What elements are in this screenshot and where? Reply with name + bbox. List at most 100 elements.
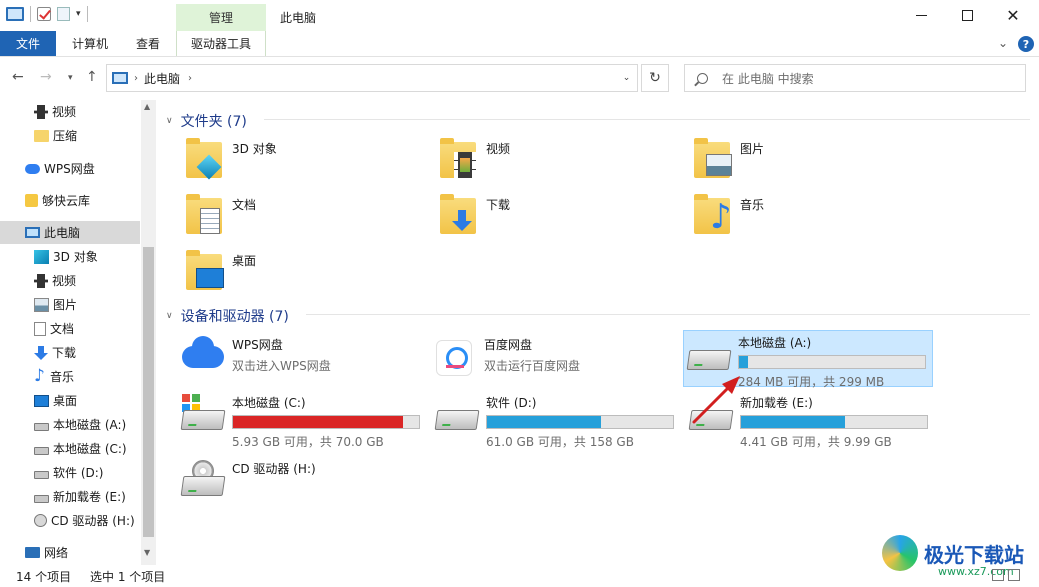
tab-drive-tools[interactable]: 驱动器工具 (176, 31, 266, 56)
search-icon (697, 72, 708, 84)
tab-view[interactable]: 查看 (124, 31, 172, 56)
view-toggle (992, 569, 1020, 581)
capacity-bar (738, 355, 926, 369)
devices-group-header[interactable]: ∨ 设备和驱动器 (7) (166, 306, 289, 326)
window-title: 此电脑 (280, 11, 317, 25)
folder-3d-objects[interactable]: 3D 对象 (186, 138, 277, 180)
watermark-logo-icon (882, 535, 918, 571)
minimize-button[interactable] (898, 0, 944, 31)
large-icons-view-icon[interactable] (1008, 569, 1020, 581)
scrollbar-thumb[interactable] (143, 247, 154, 537)
sidebar-item-cloud-library[interactable]: 够快云库 (0, 189, 140, 212)
folder-music[interactable]: ♪ 音乐 (694, 194, 764, 236)
sidebar-item-videos-quick[interactable]: 视频 (0, 100, 140, 123)
context-tab-manage[interactable]: 管理 (176, 4, 266, 31)
help-icon[interactable]: ? (1018, 36, 1034, 52)
back-button[interactable]: ← (12, 69, 24, 85)
sidebar-item-cd-drive[interactable]: CD 驱动器 (H:) (0, 509, 140, 532)
close-button[interactable]: ✕ (990, 0, 1036, 31)
sidebar-item-network[interactable]: 网络 (0, 541, 140, 564)
minimize-icon (915, 15, 927, 16)
new-folder-icon[interactable] (57, 7, 70, 21)
maximize-icon (961, 10, 973, 21)
sidebar-item-drive-e[interactable]: 新加载卷 (E:) (0, 485, 140, 508)
sidebar-item-compress[interactable]: 压缩 (0, 124, 140, 147)
sidebar-item-downloads[interactable]: 下载 (0, 341, 140, 364)
folder-documents[interactable]: 文档 (186, 194, 256, 236)
sidebar-item-drive-c[interactable]: 本地磁盘 (C:) (0, 437, 140, 460)
search-box[interactable]: 在 此电脑 中搜索 (684, 64, 1026, 92)
up-button[interactable]: ↑ (86, 69, 98, 85)
breadcrumb-chevron-icon[interactable]: › (134, 73, 138, 84)
folder-downloads[interactable]: 下载 (440, 194, 510, 236)
refresh-button[interactable]: ↻ (641, 64, 669, 92)
cd-drive-icon (34, 514, 47, 527)
capacity-fill (741, 416, 845, 428)
expand-ribbon-icon[interactable]: ⌄ (998, 36, 1008, 50)
address-dropdown-icon[interactable]: ⌄ (615, 65, 637, 91)
capacity-fill (487, 416, 602, 428)
drive-icon (34, 494, 49, 503)
3d-objects-icon (34, 249, 49, 264)
sidebar-item-3d-objects[interactable]: 3D 对象 (0, 245, 140, 268)
cloud-library-icon (25, 194, 38, 207)
video-icon (34, 273, 48, 288)
collapse-chevron-icon[interactable]: ∨ (166, 116, 173, 126)
drive-icon (434, 394, 482, 438)
cd-drive-icon (180, 460, 228, 504)
tab-computer[interactable]: 计算机 (62, 31, 118, 56)
sidebar-item-videos[interactable]: 视频 (0, 269, 140, 292)
details-view-icon[interactable] (992, 569, 1004, 581)
folder-desktop[interactable]: 桌面 (186, 250, 256, 292)
sidebar-item-documents[interactable]: 文档 (0, 317, 140, 340)
scroll-down-icon[interactable]: ▼ (144, 548, 150, 557)
sidebar-item-wps-cloud[interactable]: WPS网盘 (0, 157, 140, 180)
maximize-button[interactable] (944, 0, 990, 31)
device-wps-cloud[interactable]: WPS网盘 双击进入WPS网盘 (180, 336, 420, 388)
navigation-pane: 视频 压缩 WPS网盘 够快云库 此电脑 3D 对象 视频 图片 文档 下载 音… (0, 100, 156, 565)
device-baidu-netdisk[interactable]: 百度网盘 双击运行百度网盘 (432, 336, 672, 388)
sidebar-item-this-pc[interactable]: 此电脑 (0, 221, 140, 244)
scroll-up-icon[interactable]: ▲ (144, 102, 150, 111)
breadcrumb-chevron-icon[interactable]: › (188, 73, 192, 84)
picture-icon (694, 138, 734, 180)
computer-icon[interactable] (6, 7, 24, 21)
collapse-chevron-icon[interactable]: ∨ (166, 311, 173, 321)
document-icon (34, 321, 46, 336)
folder-videos[interactable]: 视频 (440, 138, 510, 180)
address-bar[interactable]: › 此电脑 › ⌄ (106, 64, 638, 92)
sidebar-item-drive-d[interactable]: 软件 (D:) (0, 461, 140, 484)
drive-icon (34, 422, 49, 431)
folder-pictures[interactable]: 图片 (694, 138, 764, 180)
music-icon (34, 366, 46, 386)
folders-group-header[interactable]: ∨ 文件夹 (7) (166, 111, 247, 131)
device-drive-d[interactable]: 软件 (D:) 61.0 GB 可用，共 158 GB (434, 394, 684, 449)
device-cd-drive[interactable]: CD 驱动器 (H:) (180, 460, 430, 504)
search-input[interactable]: 在 此电脑 中搜索 (722, 70, 814, 87)
sidebar-item-pictures[interactable]: 图片 (0, 293, 140, 316)
breadcrumb-this-pc[interactable]: 此电脑 (144, 70, 180, 87)
toolbar-divider (30, 6, 31, 22)
recent-locations-icon[interactable]: ▾ (68, 73, 73, 83)
network-icon (25, 547, 40, 558)
picture-icon (34, 297, 49, 312)
sidebar-item-music[interactable]: 音乐 (0, 365, 140, 388)
selection-count: 选中 1 个项目 (90, 570, 166, 584)
capacity-bar (486, 415, 674, 429)
ribbon-tabs: 文件 计算机 查看 驱动器工具 ⌄ ? (0, 31, 1039, 57)
drive-icon (180, 394, 228, 438)
cloud-icon (25, 163, 40, 174)
capacity-fill (233, 416, 404, 428)
sidebar-item-desktop[interactable]: 桌面 (0, 389, 140, 412)
customize-toolbar-icon[interactable]: ▾ (76, 9, 81, 19)
close-icon: ✕ (1006, 6, 1020, 25)
music-icon: ♪ (694, 194, 734, 236)
group-divider (306, 314, 1030, 315)
device-drive-c[interactable]: 本地磁盘 (C:) 5.93 GB 可用，共 70.0 GB (180, 394, 430, 449)
tab-file[interactable]: 文件 (0, 31, 56, 56)
sidebar-scrollbar[interactable]: ▲ ▼ (141, 100, 156, 565)
forward-button[interactable]: → (40, 69, 52, 85)
computer-icon (112, 72, 128, 84)
sidebar-item-drive-a[interactable]: 本地磁盘 (A:) (0, 413, 140, 436)
properties-icon[interactable] (37, 7, 51, 21)
